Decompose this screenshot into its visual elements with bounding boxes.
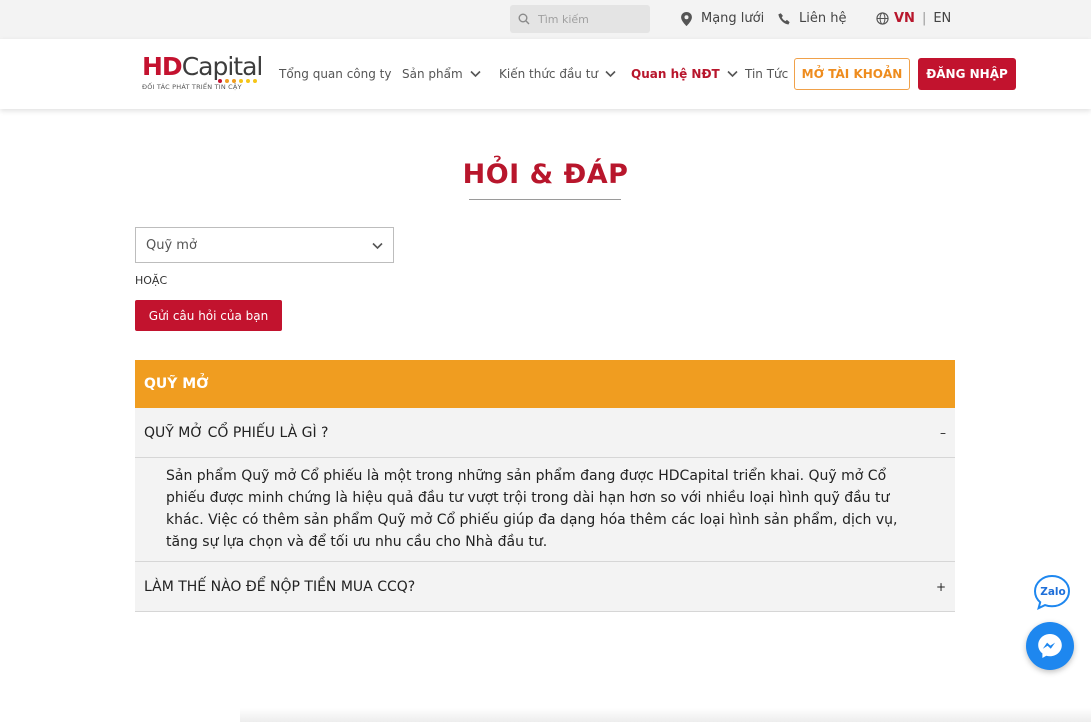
chevron-down-icon [372,242,383,250]
messenger-chat-button[interactable] [1026,622,1074,670]
nav-company-overview[interactable]: Tổng quan công ty [279,67,392,81]
collapse-toggle[interactable]: – [940,426,946,440]
lang-separator: | [921,11,927,26]
chevron-down-icon [605,70,616,78]
chevron-down-icon [470,70,481,78]
logo-dot [232,79,236,83]
open-account-button[interactable]: MỞ TÀI KHOẢN [794,58,910,90]
nav-news[interactable]: Tin Tức [745,67,788,81]
zalo-icon: Zalo [1033,574,1071,611]
nav-label: Quan hệ NĐT [631,67,720,81]
page-title: HỎI & ĐÁP [462,159,629,190]
nav-label: Kiến thức đầu tư [499,67,599,81]
or-label: HOẶC [135,274,168,287]
nav-label: Tin Tức [745,67,789,81]
lang-vn-option[interactable]: VN [894,11,915,26]
faq-section-header: QUỸ MỞ [135,360,955,408]
zalo-chat-button[interactable]: Zalo [1032,573,1072,613]
logo-dot [253,79,257,83]
ask-question-button[interactable]: Gửi câu hỏi của bạn [135,300,282,331]
contact-link[interactable]: Liên hệ [778,11,846,26]
faq-accordion: QUỸ MỞ QUỸ MỞ CỔ PHIẾU LÀ GÌ ? – Sản phẩ… [135,360,955,612]
zalo-label: Zalo [1040,586,1066,598]
search-box[interactable] [510,5,650,33]
logo-dots [218,79,257,83]
language-switcher: VN | EN [876,11,951,26]
faq-question-text: QUỸ MỞ CỔ PHIẾU LÀ GÌ ? [144,424,329,441]
network-link[interactable]: Mạng lưới [680,11,764,26]
login-button[interactable]: ĐĂNG NHẬP [918,58,1016,90]
nav-investment-knowledge[interactable]: Kiến thức đầu tư [499,67,616,81]
phone-icon [778,12,790,24]
expand-toggle[interactable]: + [936,580,946,594]
logo-dot [239,79,243,83]
search-input[interactable] [538,12,638,26]
faq-answer: Sản phẩm Quỹ mở Cổ phiếu là một trong nh… [135,458,955,562]
logo-dot [218,79,222,83]
logo-capital-text: Capital [181,52,264,81]
search-icon [518,13,530,25]
title-underline [469,199,621,200]
nav-label: Tổng quan công ty [279,67,392,81]
network-label: Mạng lưới [701,11,765,26]
faq-question-text: LÀM THẾ NÀO ĐỂ NỘP TIỀN MUA CCQ? [144,578,416,595]
nav-investor-relations[interactable]: Quan hệ NĐT [631,67,738,81]
category-select-value: Quỹ mở [146,237,197,253]
faq-section-title: QUỸ MỞ [144,376,209,392]
hdcapital-logo[interactable]: HDCapital ĐỐI TÁC PHÁT TRIỂN TIN CẬY [142,53,267,97]
messenger-icon [1038,634,1062,658]
nav-label: Sản phẩm [402,67,463,81]
faq-question-row[interactable]: QUỸ MỞ CỔ PHIẾU LÀ GÌ ? – [135,408,955,458]
globe-icon [876,12,889,25]
nav-products[interactable]: Sản phẩm [402,67,481,81]
faq-question-row[interactable]: LÀM THẾ NÀO ĐỂ NỘP TIỀN MUA CCQ? + [135,562,955,612]
logo-tagline: ĐỐI TÁC PHÁT TRIỂN TIN CẬY [142,83,242,91]
contact-label: Liên hệ [799,11,847,26]
logo-dot [246,79,250,83]
main-header: HDCapital ĐỐI TÁC PHÁT TRIỂN TIN CẬY Tổn… [0,39,1091,109]
bottom-fade [240,708,1091,722]
category-select[interactable]: Quỹ mở [135,227,394,263]
chevron-down-icon [727,70,738,78]
top-utility-bar: Mạng lưới Liên hệ VN | EN [0,0,1091,39]
logo-hd-text: HD [142,52,183,81]
location-pin-icon [681,11,692,26]
lang-en-option[interactable]: EN [933,11,951,26]
logo-dot [225,79,229,83]
